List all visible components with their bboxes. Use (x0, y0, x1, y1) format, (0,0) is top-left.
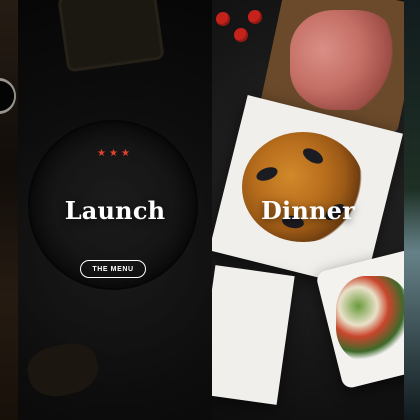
side-panel-drinks (404, 0, 420, 420)
tomato-image (248, 10, 262, 24)
the-menu-button[interactable]: THE MENU (80, 260, 146, 278)
tomato-image (216, 12, 230, 26)
panel-launch[interactable]: ★★★ Launch THE MENU (18, 0, 212, 420)
menu-split-gallery: ★★★ Launch THE MENU Dinner (0, 0, 420, 420)
panel-title-launch: Launch (64, 196, 166, 225)
dark-overlay (0, 0, 18, 420)
panel-dinner[interactable]: Dinner (212, 0, 404, 420)
dark-overlay (404, 0, 420, 420)
prosciutto-image (290, 10, 400, 110)
panel-title-dinner: Dinner (261, 196, 355, 225)
caprese-plate-image (212, 265, 295, 405)
tomato-image (234, 28, 248, 42)
side-panel-breakfast (0, 0, 18, 420)
rating-stars: ★★★ (97, 148, 133, 159)
salad-image (336, 276, 404, 362)
